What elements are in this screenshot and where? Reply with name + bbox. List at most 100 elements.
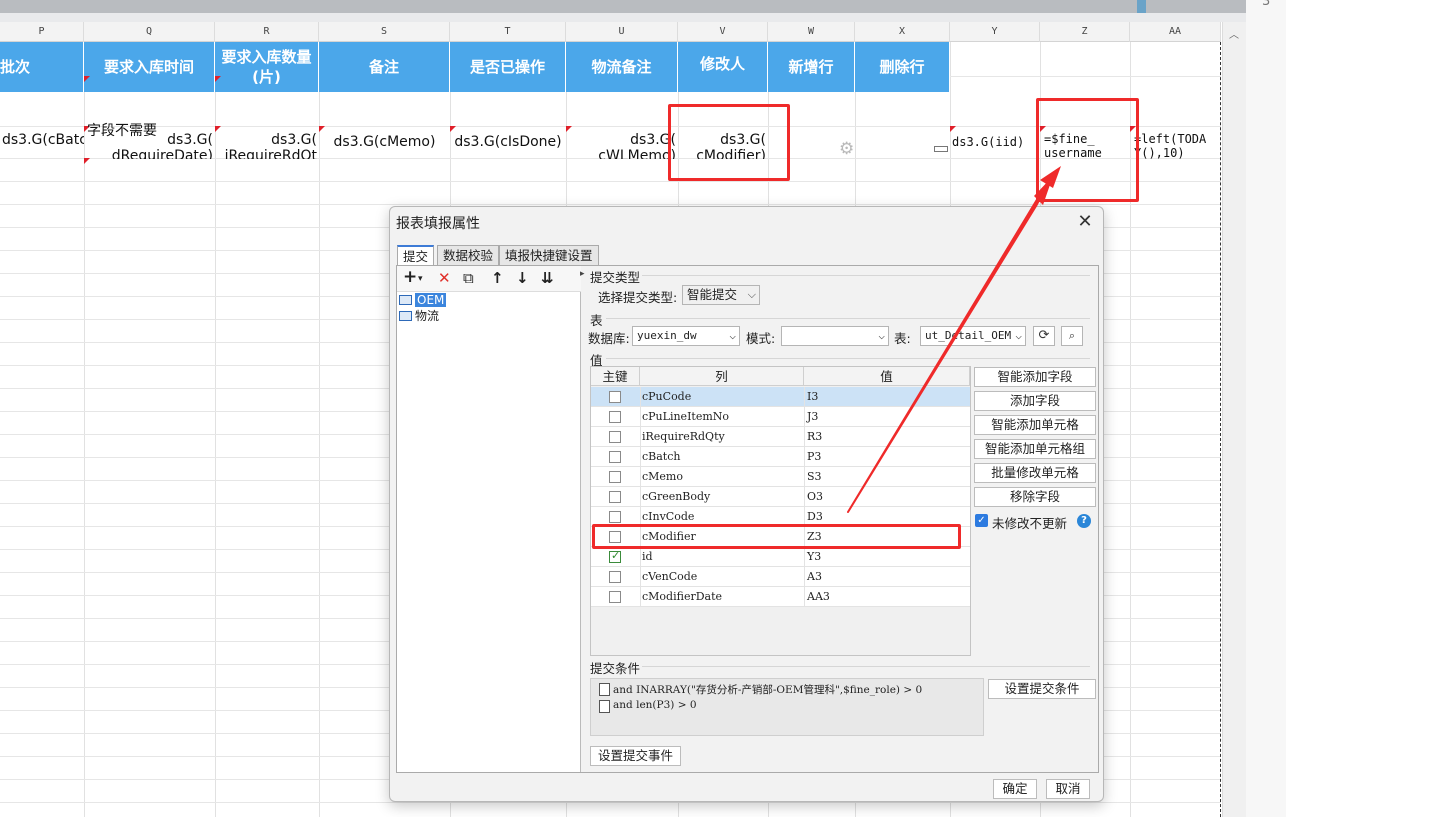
preview-table-icon[interactable]: ⌕ <box>1061 326 1083 346</box>
column-header-z[interactable]: Z <box>1040 22 1130 42</box>
column-header-primary-key[interactable]: 主键 <box>591 367 640 386</box>
column-header-s[interactable]: S <box>319 22 450 42</box>
table-row[interactable]: cMemo S3 <box>591 467 970 487</box>
submit-type-section-title: 提交类型 <box>590 270 641 285</box>
cell-left-today[interactable]: =left(TODA Y(),10) <box>1130 126 1221 159</box>
column-header-x[interactable]: X <box>855 22 950 42</box>
column-header-w[interactable]: W <box>768 22 855 42</box>
column-header-p[interactable]: P <box>0 22 84 42</box>
dialog-title: 报表填报属性 <box>396 216 480 232</box>
column-header-u[interactable]: U <box>566 22 678 42</box>
cell-note[interactable]: 字段不需要 <box>87 120 157 140</box>
remove-field-button[interactable]: 移除字段 <box>974 487 1096 507</box>
set-submit-event-button[interactable]: 设置提交事件 <box>590 746 681 766</box>
primary-key-checkbox[interactable] <box>609 411 621 423</box>
primary-key-checkbox[interactable] <box>609 471 621 483</box>
database-label: 数据库: <box>588 331 630 346</box>
batch-modify-cell-button[interactable]: 批量修改单元格 <box>974 463 1096 483</box>
column-header-q[interactable]: Q <box>84 22 215 42</box>
schema-label: 模式: <box>746 331 776 346</box>
schema-select[interactable]: ⌵ <box>781 326 889 346</box>
condition-item[interactable]: and len(P3) > 0 <box>613 699 697 711</box>
delete-row-widget[interactable] <box>934 146 948 152</box>
column-header-r[interactable]: R <box>215 22 319 42</box>
report-fill-properties-dialog: 报表填报属性 ✕ 提交 数据校验 填报快捷键设置 + ▾ ✕ ⧉ ↑ ↓ ⇊ O… <box>389 206 1104 802</box>
header-cell-modifier[interactable]: 修改人 <box>678 42 768 92</box>
cell-require-qty[interactable]: ds3.G( iRequireRdQt <box>215 126 319 159</box>
primary-key-checkbox[interactable] <box>609 591 621 603</box>
cell-is-done[interactable]: ds3.G(cIsDone) <box>450 126 566 159</box>
submit-type-select[interactable]: 智能提交 ⌵ <box>682 285 760 305</box>
gear-icon[interactable]: ⚙ <box>839 141 855 158</box>
primary-key-checkbox[interactable] <box>609 451 621 463</box>
header-cell-delete-row[interactable]: 删除行 <box>855 42 950 92</box>
vertical-scrollbar[interactable]: ︿ <box>1222 22 1246 817</box>
header-cell-require-qty[interactable]: 要求入库数量(片) <box>215 42 319 92</box>
primary-key-checkbox[interactable] <box>609 549 621 563</box>
primary-key-checkbox[interactable] <box>609 431 621 443</box>
scroll-up-icon[interactable]: ︿ <box>1229 26 1239 41</box>
table-row[interactable]: id Y3 <box>591 547 970 567</box>
toolbar-gap <box>0 13 1246 22</box>
smart-add-cell-group-button[interactable]: 智能添加单元格组 <box>974 439 1096 459</box>
primary-key-checkbox[interactable] <box>609 571 621 583</box>
move-bottom-icon[interactable]: ⇊ <box>541 269 554 287</box>
column-header-t[interactable]: T <box>450 22 566 42</box>
cell-wl-memo[interactable]: ds3.G( cWLMemo) <box>566 126 678 159</box>
highlight-modifier-cell <box>668 104 790 181</box>
table-row[interactable]: cGreenBody O3 <box>591 487 970 507</box>
header-cell-require-time[interactable]: 要求入库时间 <box>84 42 215 92</box>
add-icon[interactable]: + <box>403 267 417 287</box>
help-icon[interactable]: ? <box>1077 514 1091 528</box>
highlight-username-cell <box>1036 98 1139 202</box>
primary-key-checkbox[interactable] <box>609 511 621 523</box>
table-icon <box>399 295 412 305</box>
table-row[interactable]: cPuLineItemNo J3 <box>591 407 970 427</box>
table-row[interactable]: iRequireRdQty R3 <box>591 427 970 447</box>
column-header-y[interactable]: Y <box>950 22 1040 42</box>
gutter-number: 3 <box>1262 0 1271 9</box>
column-header-v[interactable]: V <box>678 22 768 42</box>
header-cell-is-done[interactable]: 是否已操作 <box>450 42 566 92</box>
cancel-button[interactable]: 取消 <box>1046 779 1090 799</box>
header-cell-batch[interactable]: 批次 <box>0 42 84 92</box>
ok-button[interactable]: 确定 <box>993 779 1037 799</box>
set-submit-condition-button[interactable]: 设置提交条件 <box>988 679 1096 699</box>
tab-data-validation[interactable]: 数据校验 <box>437 245 500 266</box>
primary-key-checkbox[interactable] <box>609 391 621 403</box>
header-cell-logistics-memo[interactable]: 物流备注 <box>566 42 678 92</box>
table-row[interactable]: cModifierDate AA3 <box>591 587 970 607</box>
cell-memo[interactable]: ds3.G(cMemo) <box>319 126 450 159</box>
add-field-button[interactable]: 添加字段 <box>974 391 1096 411</box>
submit-condition-list[interactable]: and INARRAY("存货分析-产销部-OEM管理科",$fine_role… <box>590 678 984 736</box>
tab-submit[interactable]: 提交 <box>397 245 435 266</box>
chevron-down-icon: ⌵ <box>1015 329 1022 342</box>
close-icon[interactable]: ✕ <box>1075 211 1095 232</box>
smart-add-field-button[interactable]: 智能添加字段 <box>974 367 1096 387</box>
tab-shortcut-settings[interactable]: 填报快捷键设置 <box>499 245 599 266</box>
table-row[interactable]: cPuCode I3 <box>591 387 970 407</box>
table-select[interactable]: ut_Detail_OEM ⌵ <box>920 326 1026 346</box>
tree-item-logistics[interactable]: 物流 <box>399 309 575 324</box>
table-row[interactable]: cBatch P3 <box>591 447 970 467</box>
header-cell-add-row[interactable]: 新增行 <box>768 42 855 92</box>
cell-batch[interactable]: ds3.G(cBatch) <box>0 126 84 159</box>
no-update-unmodified-checkbox[interactable]: ✓ <box>975 514 988 527</box>
database-select[interactable]: yuexin_dw ⌵ <box>632 326 740 346</box>
table-row[interactable]: cVenCode A3 <box>591 567 970 587</box>
condition-item[interactable]: and INARRAY("存货分析-产销部-OEM管理科",$fine_role… <box>613 682 922 697</box>
cell-iid[interactable]: ds3.G(iid) <box>950 126 1040 159</box>
move-up-icon[interactable]: ↑ <box>491 269 504 287</box>
delete-icon[interactable]: ✕ <box>438 269 451 287</box>
column-header-column[interactable]: 列 <box>640 367 804 386</box>
header-cell-memo[interactable]: 备注 <box>319 42 450 92</box>
column-header-value[interactable]: 值 <box>804 367 970 386</box>
move-down-icon[interactable]: ↓ <box>516 269 529 287</box>
refresh-icon[interactable]: ⟳ <box>1033 326 1055 346</box>
add-dropdown-icon[interactable]: ▾ <box>418 274 423 284</box>
column-header-aa[interactable]: AA <box>1130 22 1221 42</box>
primary-key-checkbox[interactable] <box>609 491 621 503</box>
copy-icon[interactable]: ⧉ <box>463 269 474 287</box>
smart-add-cell-button[interactable]: 智能添加单元格 <box>974 415 1096 435</box>
tree-item-oem[interactable]: OEM <box>399 293 575 308</box>
